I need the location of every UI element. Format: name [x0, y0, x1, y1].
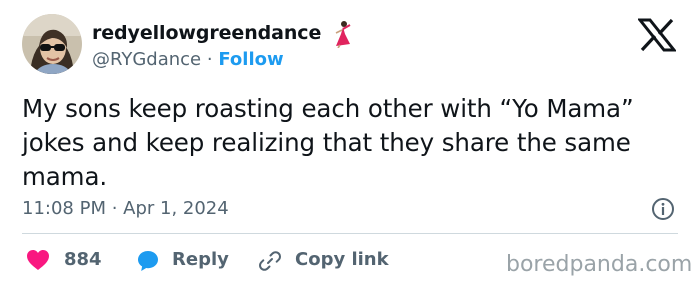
author-display-name[interactable]: redyellowgreendance	[92, 22, 321, 44]
tweet-text: My sons keep roasting each other with “Y…	[22, 94, 634, 191]
tweet-timestamp[interactable]: 11:08 PM · Apr 1, 2024	[22, 198, 229, 219]
follow-button[interactable]: Follow	[218, 49, 283, 70]
speech-bubble-icon	[138, 251, 158, 271]
link-icon	[259, 251, 281, 271]
divider	[22, 233, 678, 234]
copy-link-label: Copy link	[295, 249, 389, 270]
dancer-emoji-icon	[335, 21, 351, 48]
x-logo-icon[interactable]	[638, 18, 676, 52]
avatar-photo	[22, 14, 82, 74]
like-count: 884	[64, 249, 102, 270]
handle-separator: ·	[206, 49, 213, 70]
info-icon[interactable]	[651, 197, 675, 221]
avatar[interactable]	[22, 14, 82, 74]
heart-icon	[27, 250, 49, 270]
author-handle[interactable]: @RYGdance	[92, 49, 201, 70]
author-handle-row: @RYGdance · Follow	[92, 49, 284, 70]
reply-label: Reply	[172, 249, 229, 270]
watermark: boredpanda.com	[506, 252, 693, 277]
